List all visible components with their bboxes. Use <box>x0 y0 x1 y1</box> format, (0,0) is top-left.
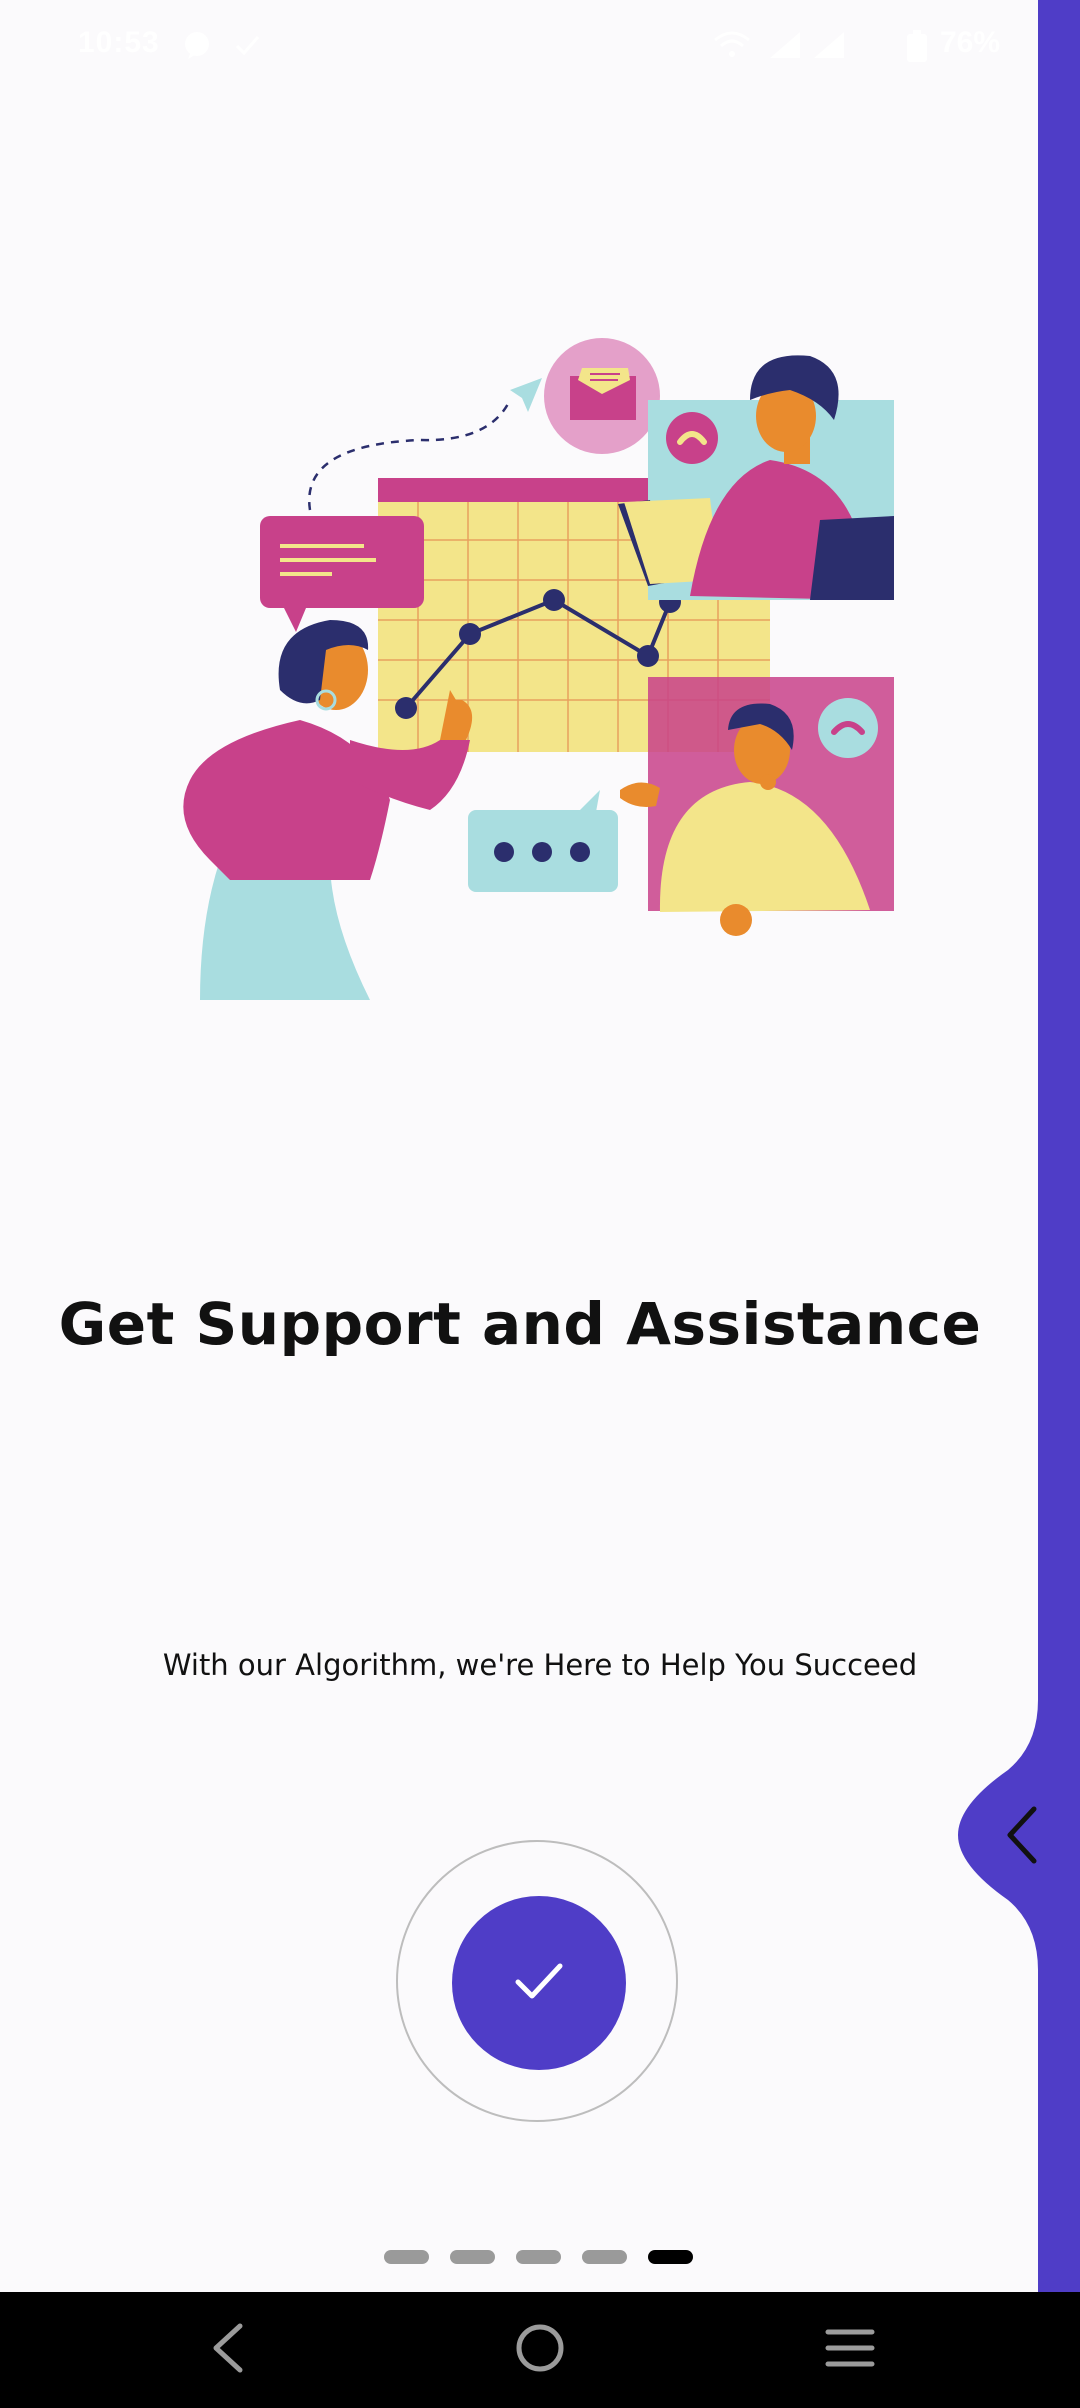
back-icon <box>208 2322 248 2379</box>
nav-menu-button[interactable] <box>814 2314 886 2386</box>
page-title: Get Support and Assistance <box>58 1290 982 1358</box>
status-bar: 10:53 76% <box>0 0 1040 92</box>
done-button[interactable] <box>452 1896 626 2070</box>
page-dot <box>516 2250 561 2264</box>
page-dot <box>450 2250 495 2264</box>
page-dot-active <box>648 2250 693 2264</box>
page-dot <box>582 2250 627 2264</box>
nav-back-button[interactable] <box>192 2314 264 2386</box>
team-support-illustration <box>150 320 910 1020</box>
chevron-left-icon <box>1002 1805 1042 1870</box>
menu-icon <box>824 2326 876 2375</box>
check-icon <box>232 30 262 68</box>
wifi-icon <box>712 30 752 68</box>
page-indicator <box>384 2250 693 2264</box>
battery-icon <box>906 30 928 70</box>
checkmark-icon <box>512 1954 566 2013</box>
page-dot <box>384 2250 429 2264</box>
home-icon <box>514 2322 566 2379</box>
system-nav-bar <box>0 2292 1080 2408</box>
chat-bubble-icon <box>182 30 212 68</box>
signal-icon <box>812 30 846 68</box>
page-subtitle: With our Algorithm, we're Here to Help Y… <box>162 1648 918 1682</box>
battery-percent: 76% <box>939 26 1000 59</box>
previous-page-tab[interactable] <box>958 1700 1080 1970</box>
signal-icon <box>768 30 802 68</box>
nav-home-button[interactable] <box>504 2314 576 2386</box>
status-time: 10:53 <box>78 26 160 59</box>
